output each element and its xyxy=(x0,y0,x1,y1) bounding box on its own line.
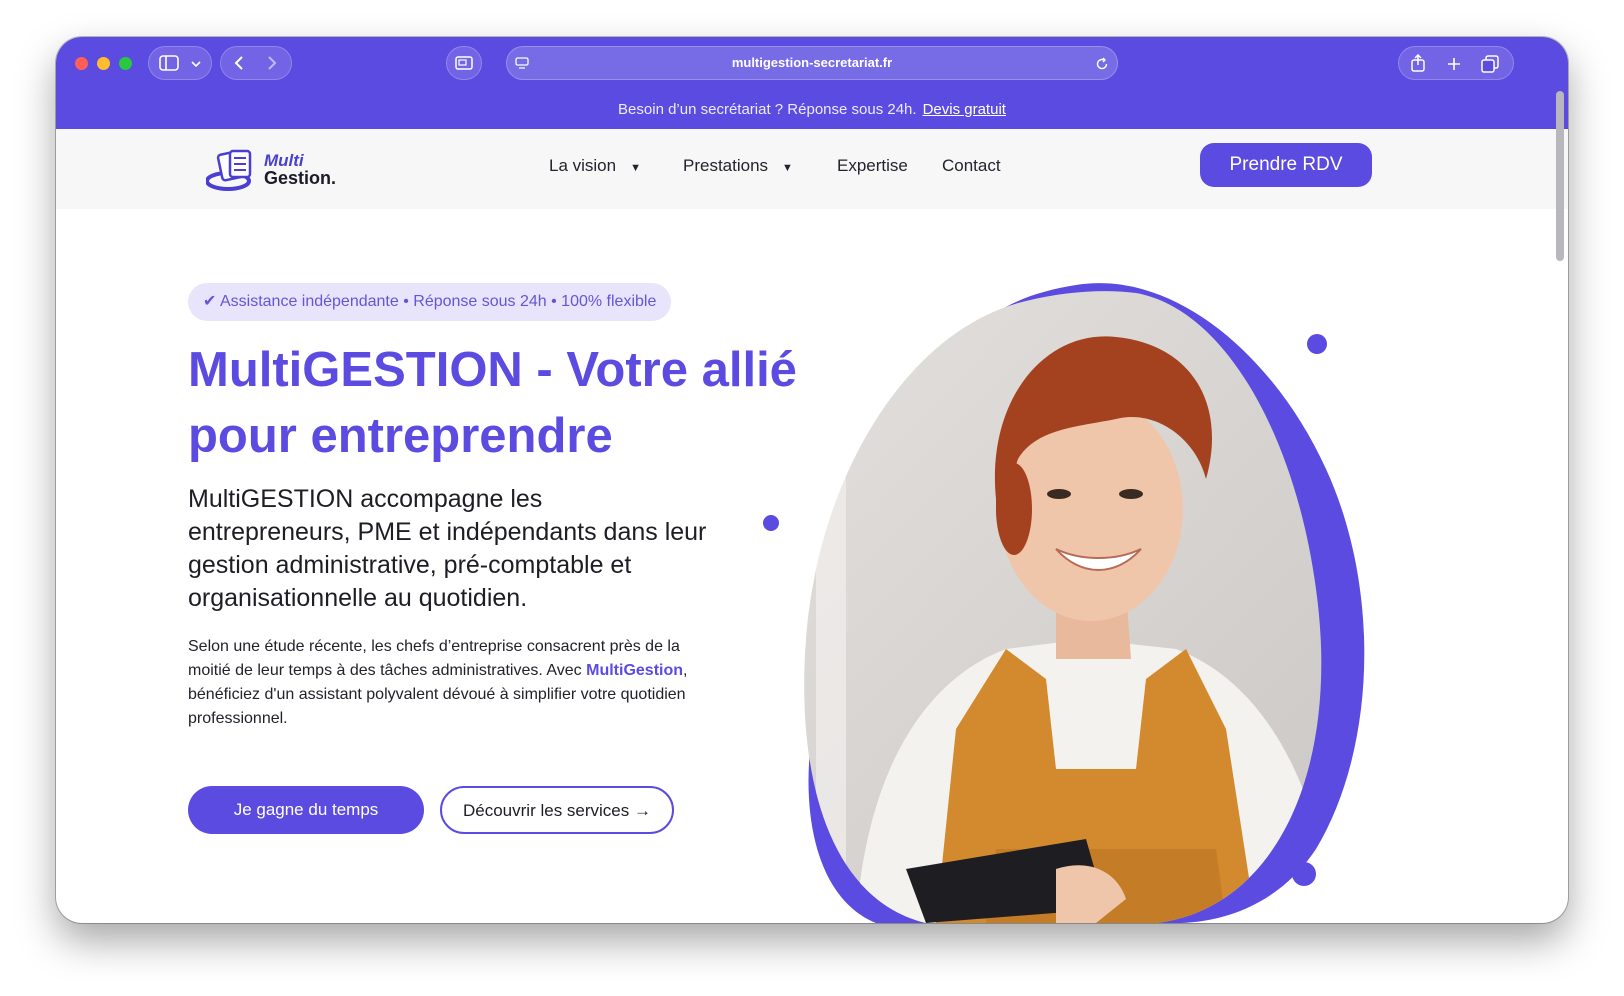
address-bar[interactable]: multigestion-secretariat.fr xyxy=(506,46,1118,80)
nav-item-prestations[interactable]: Prestations ▼ xyxy=(683,156,793,176)
nav-item-expertise[interactable]: Expertise xyxy=(837,156,908,176)
forward-icon[interactable] xyxy=(267,55,277,71)
hero-body-brand: MultiGestion xyxy=(586,662,684,679)
back-icon[interactable] xyxy=(234,55,244,71)
book-appointment-button[interactable]: Prendre RDV xyxy=(1200,143,1372,187)
nav-item-label: Expertise xyxy=(837,156,908,175)
nav-item-label: Contact xyxy=(942,156,1001,175)
quote-link[interactable]: Devis gratuit xyxy=(923,101,1006,118)
window-actions xyxy=(1398,46,1514,80)
announcement-bar: Besoin d’un secrétariat ? Réponse sous 2… xyxy=(56,91,1568,129)
minimize-window-button[interactable] xyxy=(97,57,110,70)
hero-badge: ✔ Assistance indépendante • Réponse sous… xyxy=(188,283,672,321)
nav-item-la-vision[interactable]: La vision ▼ xyxy=(549,156,641,176)
tab-overview-icon xyxy=(455,56,473,70)
tab-overview-button[interactable] xyxy=(446,46,482,80)
save-time-button[interactable]: Je gagne du temps xyxy=(188,786,424,834)
hero-body: Selon une étude récente, les chefs d’ent… xyxy=(188,635,688,731)
site-logo[interactable]: Multi Gestion. xyxy=(206,147,346,193)
sidebar-toggle-button[interactable] xyxy=(148,46,212,80)
decorative-dot xyxy=(1292,862,1316,886)
reload-icon[interactable] xyxy=(1095,57,1109,71)
scrollbar-thumb[interactable] xyxy=(1556,91,1564,261)
browser-toolbar: multigestion-secretariat.fr xyxy=(56,37,1568,91)
site-header: Multi Gestion. La vision ▼ Prestations ▼ E… xyxy=(56,129,1568,209)
announcement-text: Besoin d’un secrétariat ? Réponse sous 2… xyxy=(618,101,917,118)
hero-subtitle: MultiGESTION accompagne les entrepreneur… xyxy=(188,485,707,612)
nav-item-label: Prestations xyxy=(683,156,769,175)
nav-item-contact[interactable]: Contact xyxy=(942,156,1001,176)
hero-illustration xyxy=(763,283,1365,923)
decorative-dot xyxy=(763,515,779,531)
new-tab-icon[interactable] xyxy=(1447,57,1461,71)
url-text: multigestion-secretariat.fr xyxy=(731,55,893,70)
hero-title: MultiGESTION - Votre allié pour entrepre… xyxy=(188,343,797,463)
history-nav xyxy=(220,46,292,80)
close-window-button[interactable] xyxy=(75,57,88,70)
tabs-icon[interactable] xyxy=(1481,55,1499,73)
logo-text-gestion: Gestion. xyxy=(264,168,337,188)
decorative-dot xyxy=(1307,334,1327,354)
nav-item-label: La vision xyxy=(549,156,617,175)
zoom-window-button[interactable] xyxy=(119,57,132,70)
discover-services-button[interactable]: Découvrir les services → xyxy=(440,786,674,834)
share-icon[interactable] xyxy=(1410,54,1426,72)
caret-down-icon: ▼ xyxy=(782,162,793,174)
logo-icon xyxy=(206,149,252,191)
chevron-down-icon xyxy=(191,61,201,68)
caret-down-icon: ▼ xyxy=(630,162,641,174)
browser-window: multigestion-secretariat.fr Besoin d’un … xyxy=(56,37,1568,923)
sidebar-icon xyxy=(159,55,179,71)
